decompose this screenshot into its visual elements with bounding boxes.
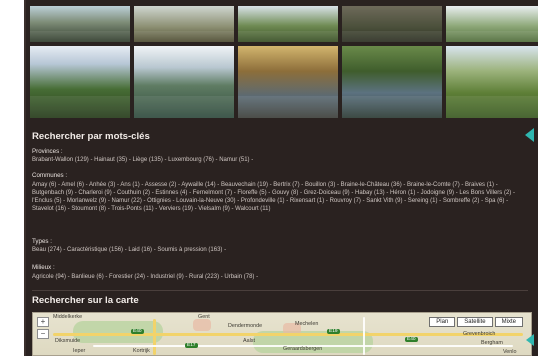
map-road [363,317,365,355]
map-label: Bergham [481,340,503,346]
map-label: Mechelen [295,321,319,327]
road-shield: E40 [405,337,418,342]
photo-thumbnail[interactable] [446,46,538,118]
map-forest [73,321,163,343]
group-label-milieux: Milieux : [32,264,55,271]
group-text-provinces[interactable]: Brabant-Wallon (129) - Hainaut (35) - Li… [32,156,530,164]
group-text-types[interactable]: Beau (274) - Caractéristique (156) - Lai… [32,246,530,254]
accent-arrow-icon [525,128,534,142]
map-road [53,333,523,336]
map-label: Diksmuide [55,338,81,344]
map-label: Kortrijk [133,348,150,354]
map-label: Ieper [73,348,86,354]
map-label: Gent [198,314,210,320]
section-divider [32,290,528,291]
photo-thumbnail[interactable] [134,46,234,118]
map-type-switcher: Plan Satellite Mixte [429,317,523,327]
group-text-milieux[interactable]: Agricole (94) - Banlieue (6) - Forestier… [32,273,530,281]
group-label-types: Types : [32,238,52,245]
photo-thumbnail[interactable] [134,6,234,42]
road-shield: E40 [131,329,144,334]
map-label: Geraardsbergen [283,346,323,352]
group-label-provinces: Provinces : [32,148,63,155]
page-frame: Rechercher par mots-clés Provinces : Bra… [24,0,538,356]
map-label: Dendermonde [228,323,263,329]
photo-thumbnail[interactable] [342,6,442,42]
zoom-out-button[interactable]: − [37,329,49,339]
photo-thumbnail[interactable] [238,46,338,118]
map-type-satellite-button[interactable]: Satellite [457,317,493,327]
photo-thumbnail[interactable] [30,6,130,42]
map-label: Aalst [243,338,255,344]
map-title: Rechercher sur la carte [32,295,139,306]
photo-thumbnail[interactable] [30,46,130,118]
photo-thumbnail[interactable] [342,46,442,118]
map-label: Grevenbroich [463,331,496,337]
map-city-area [193,319,211,331]
road-shield: E17 [185,343,198,348]
map-type-mixte-button[interactable]: Mixte [494,317,523,327]
map-type-plan-button[interactable]: Plan [429,317,456,327]
photo-gallery [30,6,538,118]
accent-arrow-icon [526,334,534,346]
photo-thumbnail[interactable] [238,6,338,42]
map-label: Middelkerke [53,314,83,320]
keywords-title: Rechercher par mots-clés [32,131,150,142]
map-widget[interactable]: Middelkerke Gent Dendermonde Mechelen Aa… [32,312,532,356]
map-label: Venlo [503,349,517,355]
photo-thumbnail[interactable] [446,6,538,42]
map-road [153,319,156,355]
group-label-communes: Communes : [32,172,68,179]
zoom-control: + − [35,315,51,355]
road-shield: E19 [327,329,340,334]
group-text-communes[interactable]: Amay (6) - Amel (6) - Anhée (3) - Ans (1… [32,181,530,213]
zoom-in-button[interactable]: + [37,317,49,327]
